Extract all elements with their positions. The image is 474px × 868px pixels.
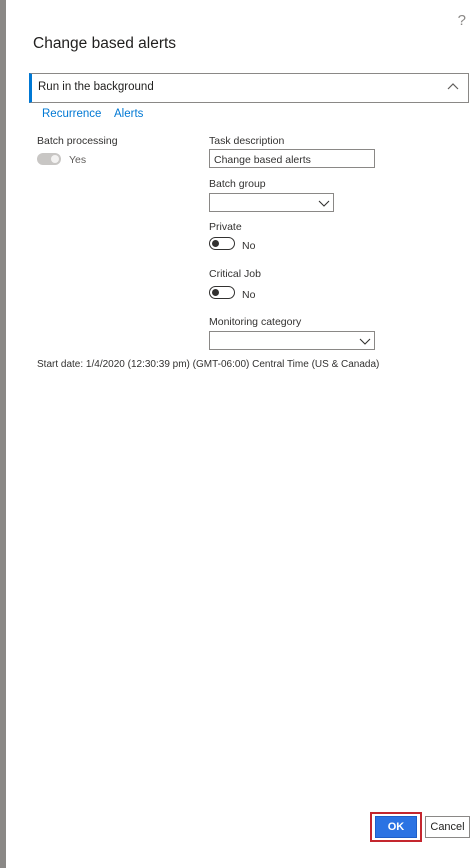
private-toggle[interactable]: [209, 237, 235, 250]
section-links: Recurrence Alerts: [42, 108, 153, 120]
monitoring-category-label: Monitoring category: [209, 316, 302, 328]
recurrence-link[interactable]: Recurrence: [42, 108, 101, 120]
batch-group-label: Batch group: [209, 178, 266, 190]
batch-processing-value: Yes: [69, 154, 87, 166]
dialog-title: Change based alerts: [33, 35, 177, 52]
help-icon[interactable]: ?: [458, 12, 466, 29]
batch-dialog: ? Change based alerts Run in the backgro…: [0, 0, 474, 868]
chevron-down-icon: [318, 200, 330, 207]
section-label: Run in the background: [38, 81, 154, 93]
batch-group-dropdown[interactable]: [209, 193, 334, 212]
cancel-button[interactable]: Cancel: [425, 816, 470, 838]
task-description-label: Task description: [209, 135, 285, 147]
critical-job-toggle[interactable]: [209, 286, 235, 299]
task-description-field[interactable]: [209, 149, 375, 169]
alerts-link[interactable]: Alerts: [114, 108, 143, 120]
private-value: No: [242, 240, 256, 252]
monitoring-category-dropdown[interactable]: [209, 331, 375, 350]
batch-processing-toggle[interactable]: [37, 153, 61, 165]
task-description-input[interactable]: [210, 151, 374, 169]
private-label: Private: [209, 221, 242, 233]
critical-job-label: Critical Job: [209, 268, 261, 280]
ok-button[interactable]: OK: [375, 816, 417, 838]
start-date-text: Start date: 1/4/2020 (12:30:39 pm) (GMT-…: [37, 359, 380, 370]
chevron-down-icon: [359, 338, 371, 345]
run-in-background-section-header[interactable]: Run in the background: [29, 73, 469, 103]
critical-job-value: No: [242, 289, 256, 301]
chevron-up-icon[interactable]: [446, 80, 460, 94]
batch-processing-label: Batch processing: [37, 135, 118, 147]
